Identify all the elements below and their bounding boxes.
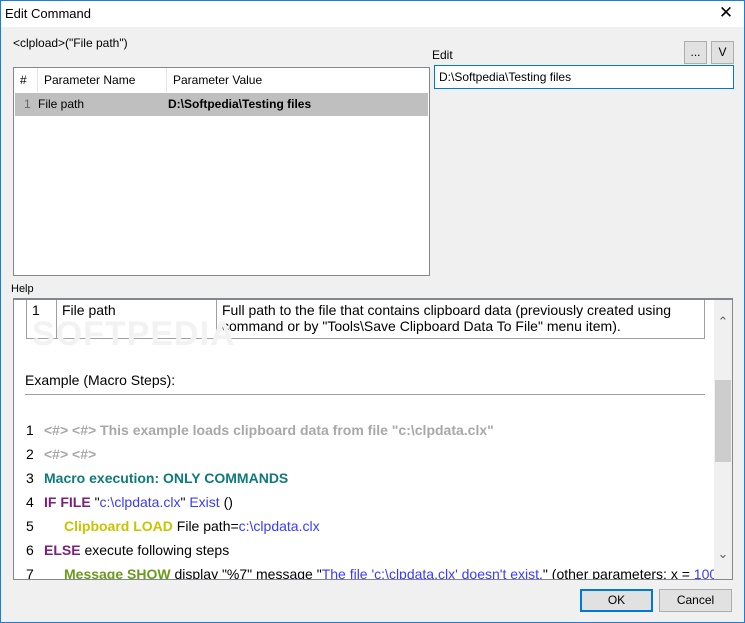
- line-number: 7: [26, 566, 34, 580]
- code-token: IF FILE: [44, 494, 95, 510]
- row-value: D:\Softpedia\Testing files: [168, 97, 312, 111]
- example-heading: Example (Macro Steps):: [25, 372, 176, 388]
- line-number: 3: [26, 470, 34, 486]
- softpedia-watermark: SOFTPEDIA: [32, 315, 236, 353]
- code-line: 6 ELSE execute following steps: [26, 542, 229, 558]
- code-token: execute following steps: [84, 542, 230, 558]
- code-token: Exist: [189, 494, 220, 510]
- code-token: (): [219, 494, 233, 510]
- code-token: c:\clpdata.clx: [99, 494, 181, 510]
- code-line: 1 <#> <#> This example loads clipboard da…: [26, 422, 494, 438]
- code-token: The file 'c:\clpdata.clx' doesn't exist.: [321, 566, 543, 580]
- edit-value-input[interactable]: [434, 65, 734, 89]
- code-token: <#> <#> This example loads clipboard dat…: [44, 422, 494, 438]
- edit-command-dialog: Edit Command ✕ <clpload>("File path") # …: [0, 0, 745, 623]
- command-signature: <clpload>("File path"): [13, 36, 128, 50]
- line-number: 6: [26, 542, 34, 558]
- help-scrollbar[interactable]: ⌃ ⌄: [714, 300, 732, 579]
- column-header-name[interactable]: Parameter Name: [38, 68, 167, 92]
- code-line: 3 Macro execution: ONLY COMMANDS: [26, 470, 288, 486]
- row-index: 1: [24, 97, 31, 111]
- help-param-description: Full path to the file that contains clip…: [222, 302, 672, 334]
- code-line: 7 Message SHOW display "%7" message "The …: [26, 566, 732, 580]
- help-panel[interactable]: 1 File path Full path to the file that c…: [13, 298, 733, 580]
- dropdown-button[interactable]: V: [711, 41, 734, 64]
- edit-label: Edit: [432, 48, 453, 62]
- code-token: " (other parameters: x =: [542, 566, 694, 580]
- code-line: 5 Clipboard LOAD File path=c:\clpdata.clx: [26, 518, 320, 534]
- line-number: 5: [26, 518, 34, 534]
- code-token: Message SHOW: [64, 566, 175, 580]
- code-token: c:\clpdata.clx: [238, 518, 320, 534]
- column-header-value[interactable]: Parameter Value: [167, 68, 428, 92]
- column-header-index[interactable]: #: [14, 68, 38, 92]
- window-title: Edit Command: [5, 6, 91, 21]
- ok-button[interactable]: OK: [580, 589, 653, 612]
- line-number: 1: [26, 422, 34, 438]
- line-number: 2: [26, 446, 34, 462]
- browse-button[interactable]: ...: [684, 41, 707, 64]
- scroll-thumb[interactable]: [715, 380, 731, 462]
- scroll-up-icon[interactable]: ⌃: [714, 314, 732, 330]
- row-name: File path: [38, 97, 85, 111]
- table-row[interactable]: 1 File path D:\Softpedia\Testing files: [15, 93, 428, 116]
- close-icon[interactable]: ✕: [716, 3, 736, 23]
- divider: [25, 394, 705, 395]
- code-token: Clipboard LOAD: [64, 518, 177, 534]
- code-line: 2 <#> <#>: [26, 446, 96, 462]
- title-bar: Edit Command ✕: [1, 1, 744, 27]
- scroll-down-icon[interactable]: ⌄: [714, 546, 732, 562]
- code-token: ELSE: [44, 542, 85, 558]
- code-token: display "%7" message ": [174, 566, 322, 580]
- code-token: File path=: [176, 518, 239, 534]
- cancel-button[interactable]: Cancel: [659, 589, 732, 612]
- help-label: Help: [11, 283, 34, 295]
- line-number: 4: [26, 494, 34, 510]
- code-token: ": [180, 494, 190, 510]
- code-token: Macro execution: ONLY COMMANDS: [44, 470, 289, 486]
- code-line: 4 IF FILE "c:\clpdata.clx" Exist (): [26, 494, 233, 510]
- parameters-table: # Parameter Name Parameter Value 1 File …: [13, 67, 430, 276]
- code-token: <#> <#>: [44, 446, 97, 462]
